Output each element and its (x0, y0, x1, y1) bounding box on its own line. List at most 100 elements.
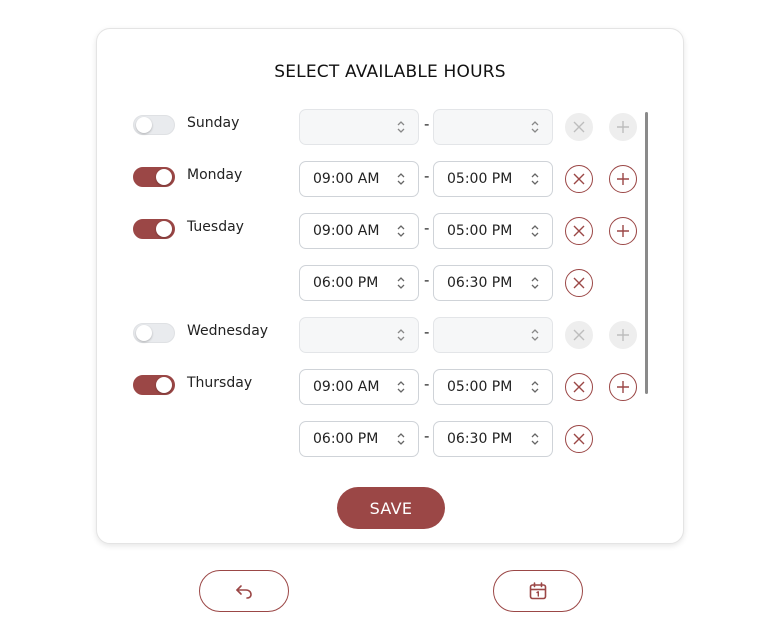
end-time-select[interactable] (433, 109, 553, 145)
end-time-value: 05:00 PM (447, 223, 513, 239)
toggle-knob (136, 325, 152, 341)
chevron-updown-icon (531, 329, 539, 341)
time-separator: - (424, 115, 430, 133)
toggle-knob (156, 169, 172, 185)
start-time-select[interactable] (299, 109, 419, 145)
chevron-updown-icon (397, 121, 405, 133)
day-row-monday: Monday 09:00 AM - 05:00 PM (97, 161, 657, 201)
time-separator: - (424, 167, 430, 185)
page-title: SELECT AVAILABLE HOURS (274, 62, 506, 82)
start-time-select[interactable]: 09:00 AM (299, 369, 419, 405)
day-row-tuesday: Tuesday 09:00 AM - 05:00 PM (97, 213, 657, 253)
start-time-select[interactable]: 06:00 PM (299, 421, 419, 457)
time-slot-row: 06:00 PM - 06:30 PM (97, 265, 657, 305)
close-icon (573, 329, 585, 341)
close-icon (573, 277, 585, 289)
day-label: Monday (187, 167, 243, 183)
add-slot-button[interactable] (609, 373, 637, 401)
chevron-updown-icon (397, 277, 405, 289)
day-row-sunday: Sunday - (97, 109, 657, 149)
time-separator: - (424, 375, 430, 393)
toggle-knob (156, 377, 172, 393)
add-slot-button[interactable] (609, 113, 637, 141)
chevron-updown-icon (531, 173, 539, 185)
plus-icon (617, 381, 629, 393)
calendar-button[interactable] (493, 570, 583, 612)
close-icon (573, 173, 585, 185)
time-separator: - (424, 219, 430, 237)
tuesday-toggle[interactable] (133, 219, 175, 239)
plus-icon (617, 225, 629, 237)
remove-slot-button[interactable] (565, 165, 593, 193)
chevron-updown-icon (531, 121, 539, 133)
monday-toggle[interactable] (133, 167, 175, 187)
day-row-thursday: Thursday 09:00 AM - 05:00 PM (97, 369, 657, 409)
day-label: Wednesday (187, 323, 269, 339)
start-time-value: 06:00 PM (313, 431, 379, 447)
wednesday-toggle[interactable] (133, 323, 175, 343)
chevron-updown-icon (397, 381, 405, 393)
chevron-updown-icon (397, 225, 405, 237)
end-time-value: 06:30 PM (447, 431, 513, 447)
thursday-toggle[interactable] (133, 375, 175, 395)
chevron-updown-icon (531, 277, 539, 289)
add-slot-button[interactable] (609, 217, 637, 245)
end-time-value: 05:00 PM (447, 171, 513, 187)
time-separator: - (424, 323, 430, 341)
chevron-updown-icon (531, 433, 539, 445)
day-row-wednesday: Wednesday - (97, 317, 657, 357)
time-separator: - (424, 427, 430, 445)
remove-slot-button[interactable] (565, 321, 593, 349)
remove-slot-button[interactable] (565, 113, 593, 141)
plus-icon (617, 121, 629, 133)
end-time-select[interactable] (433, 317, 553, 353)
day-label: Sunday (187, 115, 240, 131)
hours-card: SELECT AVAILABLE HOURS Sunday - Monday 0… (96, 28, 684, 544)
day-label: Thursday (187, 375, 253, 391)
add-slot-button[interactable] (609, 165, 637, 193)
start-time-value: 09:00 AM (313, 223, 380, 239)
remove-slot-button[interactable] (565, 217, 593, 245)
undo-arrow-icon (236, 585, 252, 599)
chevron-updown-icon (397, 173, 405, 185)
plus-icon (617, 173, 629, 185)
start-time-select[interactable]: 06:00 PM (299, 265, 419, 301)
end-time-select[interactable]: 06:30 PM (433, 421, 553, 457)
start-time-select[interactable]: 09:00 AM (299, 213, 419, 249)
remove-slot-button[interactable] (565, 269, 593, 297)
toggle-knob (156, 221, 172, 237)
end-time-value: 05:00 PM (447, 379, 513, 395)
time-slot-row: 06:00 PM - 06:30 PM (97, 421, 657, 461)
end-time-select[interactable]: 05:00 PM (433, 161, 553, 197)
chevron-updown-icon (531, 381, 539, 393)
chevron-updown-icon (531, 225, 539, 237)
start-time-value: 09:00 AM (313, 379, 380, 395)
save-button[interactable]: SAVE (337, 487, 445, 529)
time-separator: - (424, 271, 430, 289)
day-label: Tuesday (187, 219, 244, 235)
start-time-select[interactable] (299, 317, 419, 353)
close-icon (573, 225, 585, 237)
hours-list[interactable]: Sunday - Monday 09:00 AM - 05:00 PM Tues… (97, 109, 657, 475)
calendar-icon (529, 582, 547, 600)
remove-slot-button[interactable] (565, 373, 593, 401)
start-time-value: 06:00 PM (313, 275, 379, 291)
close-icon (573, 381, 585, 393)
close-icon (573, 121, 585, 133)
start-time-select[interactable]: 09:00 AM (299, 161, 419, 197)
end-time-select[interactable]: 05:00 PM (433, 213, 553, 249)
back-button[interactable] (199, 570, 289, 612)
sunday-toggle[interactable] (133, 115, 175, 135)
close-icon (573, 433, 585, 445)
end-time-value: 06:30 PM (447, 275, 513, 291)
toggle-knob (136, 117, 152, 133)
chevron-updown-icon (397, 329, 405, 341)
scrollbar[interactable] (645, 112, 648, 394)
start-time-value: 09:00 AM (313, 171, 380, 187)
chevron-updown-icon (397, 433, 405, 445)
end-time-select[interactable]: 05:00 PM (433, 369, 553, 405)
add-slot-button[interactable] (609, 321, 637, 349)
plus-icon (617, 329, 629, 341)
remove-slot-button[interactable] (565, 425, 593, 453)
end-time-select[interactable]: 06:30 PM (433, 265, 553, 301)
